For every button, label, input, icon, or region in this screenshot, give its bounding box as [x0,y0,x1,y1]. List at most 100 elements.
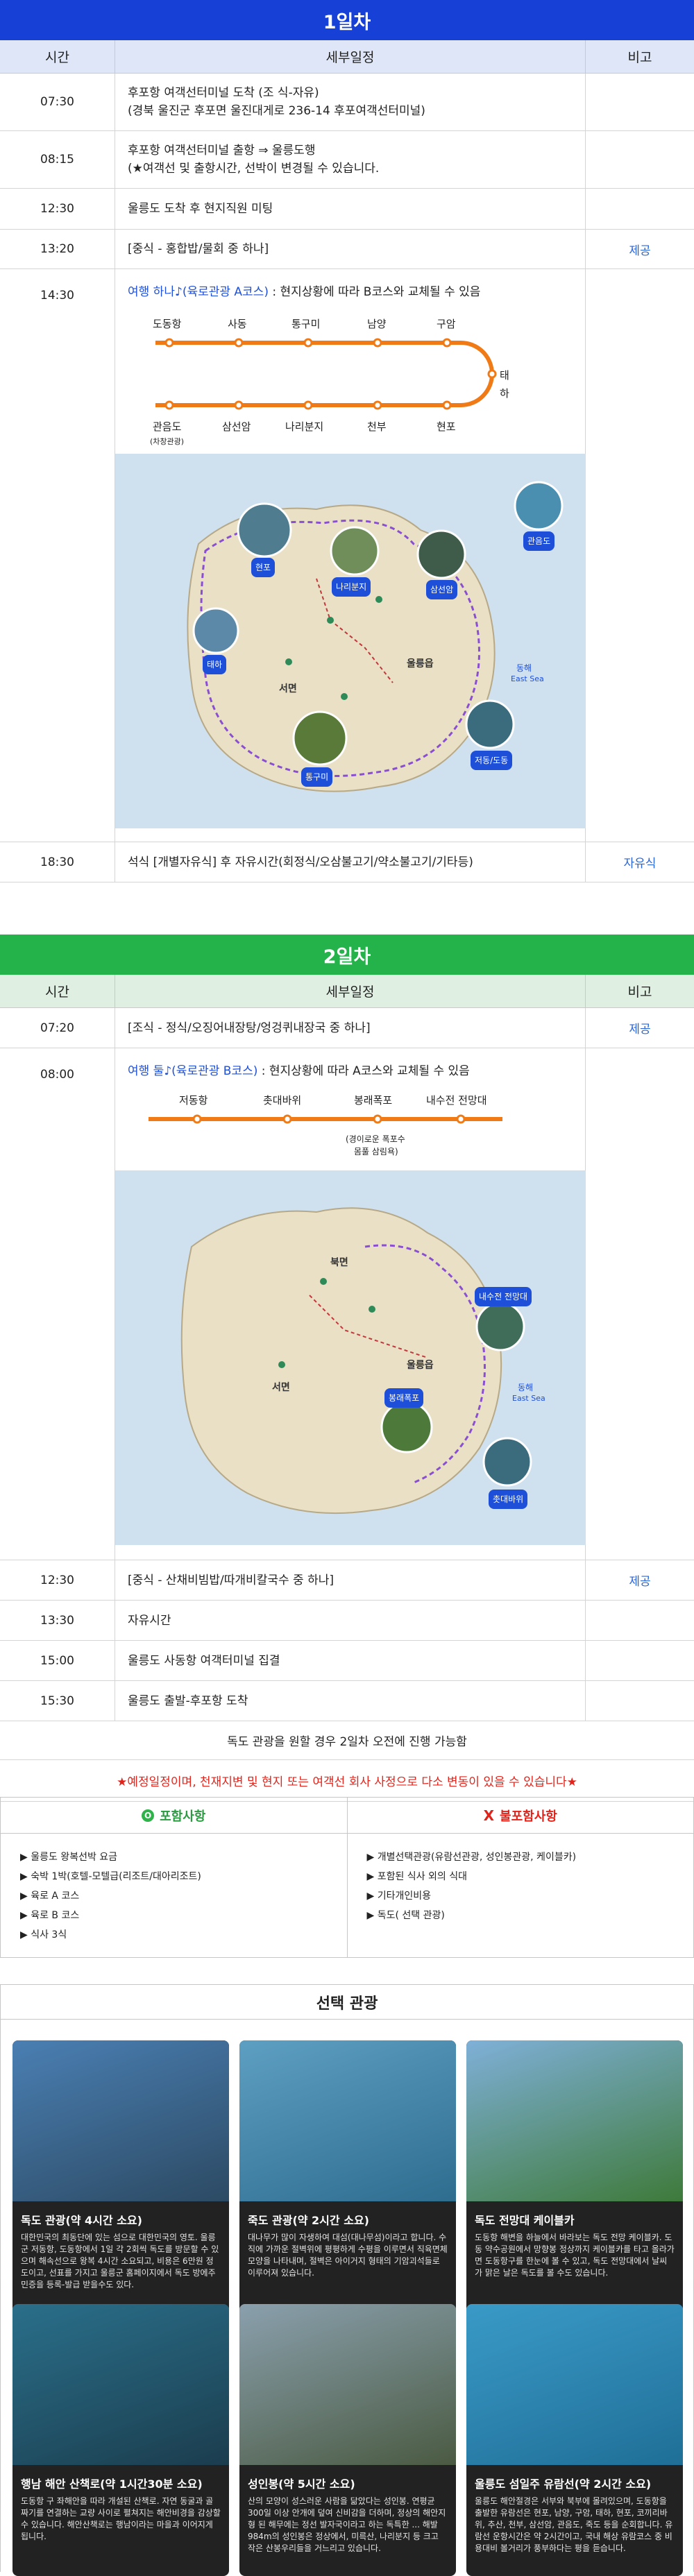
tour-card-text: 울릉도 해안절경은 서부와 북부에 몰려있으며, 도동항을 출발한 유람선은 현… [475,2496,673,2553]
tour-card-text: 대나무가 많이 자생하여 대섬(대나무섬)이라고 합니다. 수직에 가까운 절벽… [248,2233,448,2278]
optional-tours: 선택 관광 독도 관광(약 4시간 소요) 대한민국의 최동단에 있는 섬으로 … [0,1984,694,2576]
tour-card[interactable]: 울릉도 섬일주 유람선(약 2시간 소요) 울릉도 해안절경은 서부와 북부에 … [466,2304,683,2576]
schedule-warning: ★예정일정이며, 천재지변 및 현지 또는 여객선 회사 사정으로 다소 변동이… [0,1760,694,1802]
list-item-label: 육로 A 코스 [31,1891,80,1902]
row-note: 자유식 [623,857,657,871]
row-desc-line: (★여객선 및 출항시간, 선박이 변경될 수 있습니다. [128,162,380,176]
row-note: 제공 [629,1023,651,1037]
row-time: 14:30 [0,269,115,842]
tour-card-title: 성인봉(약 5시간 소요) [248,2477,355,2491]
inclusions-header: O 포함사항 X 불포함사항 [1,1798,693,1834]
check-circle-icon: O [142,1809,155,1822]
route-stop-sub: (차창관광) [150,437,185,446]
tour-card-text: 산의 모양이 성스러운 사람을 닮았다는 성인봉. 연평균 300일 이상 안개… [248,2496,446,2553]
row-desc: [중식 - 산채비빔밥/따개비칼국수 중 하나] [115,1560,586,1600]
row-time: 12:30 [0,1560,115,1600]
table-row: 13:30 자유시간 [0,1601,694,1641]
row-desc: 울릉도 출발-후포항 도착 [115,1681,586,1721]
tour-a-title: 여행 하나♪(육로관광 A코스) [128,285,269,299]
tour-card[interactable]: 행남 해안 산책로(약 1시간30분 소요) 도동항 구 좌해안을 따라 개설된… [12,2304,229,2576]
map-label: 봉래폭포 [384,1388,424,1408]
excluded-list: ▶ 개별선택관광(유람선관광, 성인봉관광, 케이블카) ▶ 포함된 식사 외의… [348,1834,694,1957]
tour-card[interactable]: 독도 전망대 케이블카 도동항 해변을 하늘에서 바라보는 독도 전망 케이블카… [466,2040,683,2312]
list-item: ▶ 기타개인비용 [366,1891,432,1902]
row-desc-line: 후포항 여객선터미널 출항 ⇒ 울릉도행 [128,144,316,157]
list-item: ▶ 숙박 1박(호텔-모텔급(리조트/대아리조트) [20,1871,201,1882]
list-item-label: 포함된 식사 외의 식대 [377,1871,467,1882]
list-item: ▶ 개별선택관광(유람선관광, 성인봉관광, 케이블카) [366,1852,577,1863]
day1-title: 1일차 [323,11,371,33]
tour-card-text: 도동항 해변을 하늘에서 바라보는 독도 전망 케이블카. 도동 약수공원에서 … [475,2233,675,2278]
tour-card[interactable]: 독도 관광(약 4시간 소요) 대한민국의 최동단에 있는 섬으로 대한민국의 … [12,2040,229,2312]
row-desc: 석식 [개별자유식] 후 자유시간(회정식/오삼불고기/약소불고기/기타등) [115,842,586,882]
dokdo-notice: 독도 관광을 원할 경우 2일차 오전에 진행 가능함 [0,1721,694,1760]
row-note [586,1601,694,1640]
col-note-header: 비고 [627,50,652,65]
map-label: 촛대바위 [489,1490,528,1509]
row-desc: 울릉도 사동항 여객터미널 집결 [115,1641,586,1680]
route-stop: 태하 [500,369,509,400]
row-note [586,131,694,188]
col-detail-header: 세부일정 [115,975,586,1007]
tour-photo [239,2040,456,2201]
inclusions-body: ▶ 울릉도 왕복선박 요금 ▶ 숙박 1박(호텔-모텔급(리조트/대아리조트) … [1,1834,693,1957]
col-time-header: 시간 [0,40,115,73]
route-stop-sub: 몸풀 삼림욕) [354,1147,398,1157]
row-time: 18:30 [0,842,115,882]
tour-b-line: 여행 둘♪(육로관광 B코스) : 현지상황에 따라 A코스와 교체될 수 있음 [128,1062,573,1080]
tour-card[interactable]: 성인봉(약 5시간 소요) 산의 모양이 성스러운 사람을 닮았다는 성인봉. … [239,2304,456,2576]
list-item-label: 숙박 1박(호텔-모텔급(리조트/대아리조트) [31,1871,201,1882]
row-time: 13:20 [0,230,115,268]
route-stop: 나리분지 [285,420,324,433]
map-label: 나리분지 [332,577,371,597]
day1-table-header: 시간 세부일정 비고 [0,40,694,74]
list-item: ▶ 독도( 선택 관광) [366,1910,445,1921]
table-row: 14:30 여행 하나♪(육로관광 A코스) : 현지상황에 따라 B코스와 교… [0,269,694,842]
excluded-header: X 불포함사항 [348,1798,694,1833]
map-label: 울릉읍 [407,1360,434,1371]
island-shape [187,481,564,792]
row-desc: 후포항 여객선터미널 도착 (조 식-자유) (경북 울진군 후포면 울진대게로… [115,74,586,130]
tour-card-title: 울릉도 섬일주 유람선(약 2시간 소요) [475,2477,652,2491]
included-list: ▶ 울릉도 왕복선박 요금 ▶ 숙박 1박(호텔-모텔급(리조트/대아리조트) … [1,1834,348,1957]
tour-photo [12,2040,229,2201]
included-header: O 포함사항 [1,1798,348,1833]
row-note [586,189,694,229]
route-stop: 남양 [367,318,387,330]
map-label: 통구미 [301,767,333,787]
row-note [586,1681,694,1721]
route-stop: 삼선암 [222,420,251,433]
row-desc-line: (경북 울진군 후포면 울진대게로 236-14 후포여객선터미널) [128,104,425,118]
inclusions-box: O 포함사항 X 불포함사항 ▶ 울릉도 왕복선박 요금 ▶ 숙박 1박(호텔-… [0,1797,694,1958]
route-stop: 촛대바위 [263,1094,302,1107]
optional-tours-title: 선택 관광 [1,1985,693,2020]
col-detail-header: 세부일정 [115,40,586,73]
row-time: 15:00 [0,1641,115,1680]
route-b-diagram: 저동항 촛대바위 봉래폭포 내수전 전망대 (경이로운 폭포수 몸풀 삼림욕) [128,1087,516,1170]
row-note [586,269,694,842]
tour-card[interactable]: 죽도 관광(약 2시간 소요) 대나무가 많이 자생하여 대섬(대나무섬)이라고… [239,2040,456,2312]
island-map-b: 북면 내수전 전망대 울릉읍 서면 봉래폭포 촛대바위 동해 East Sea [115,1170,586,1545]
tour-card-title: 독도 전망대 케이블카 [475,2214,575,2227]
route-stop: 구암 [437,318,456,330]
row-note [586,1048,694,1560]
row-desc: 여행 둘♪(육로관광 B코스) : 현지상황에 따라 A코스와 교체될 수 있음… [115,1048,586,1560]
map-label: 저동/도동 [471,751,513,770]
list-item: ▶ 식사 3식 [20,1929,67,1940]
tour-b-desc: : 현지상황에 따라 A코스와 교체될 수 있음 [257,1064,470,1078]
table-row: 15:30 울릉도 출발-후포항 도착 [0,1681,694,1721]
list-item-label: 식사 3식 [31,1929,67,1940]
route-stop: 봉래폭포 [354,1094,393,1107]
tour-b-title: 여행 둘♪(육로관광 B코스) [128,1064,258,1078]
map-label: East Sea [512,1394,545,1403]
table-row: 08:15 후포항 여객선터미널 출항 ⇒ 울릉도행 (★여객선 및 출항시간,… [0,131,694,189]
row-note: 제공 [629,244,651,258]
tour-card-title: 독도 관광(약 4시간 소요) [21,2214,142,2227]
list-item-label: 독도( 선택 관광) [377,1910,445,1921]
list-item: ▶ 포함된 식사 외의 식대 [366,1871,468,1882]
list-item-label: 기타개인비용 [377,1891,431,1902]
x-mark-icon: X [483,1807,495,1824]
row-desc: 여행 하나♪(육로관광 A코스) : 현지상황에 따라 B코스와 교체될 수 있… [115,269,586,842]
table-row: 18:30 석식 [개별자유식] 후 자유시간(회정식/오삼불고기/약소불고기/… [0,842,694,882]
map-label: 삼선암 [426,580,458,599]
